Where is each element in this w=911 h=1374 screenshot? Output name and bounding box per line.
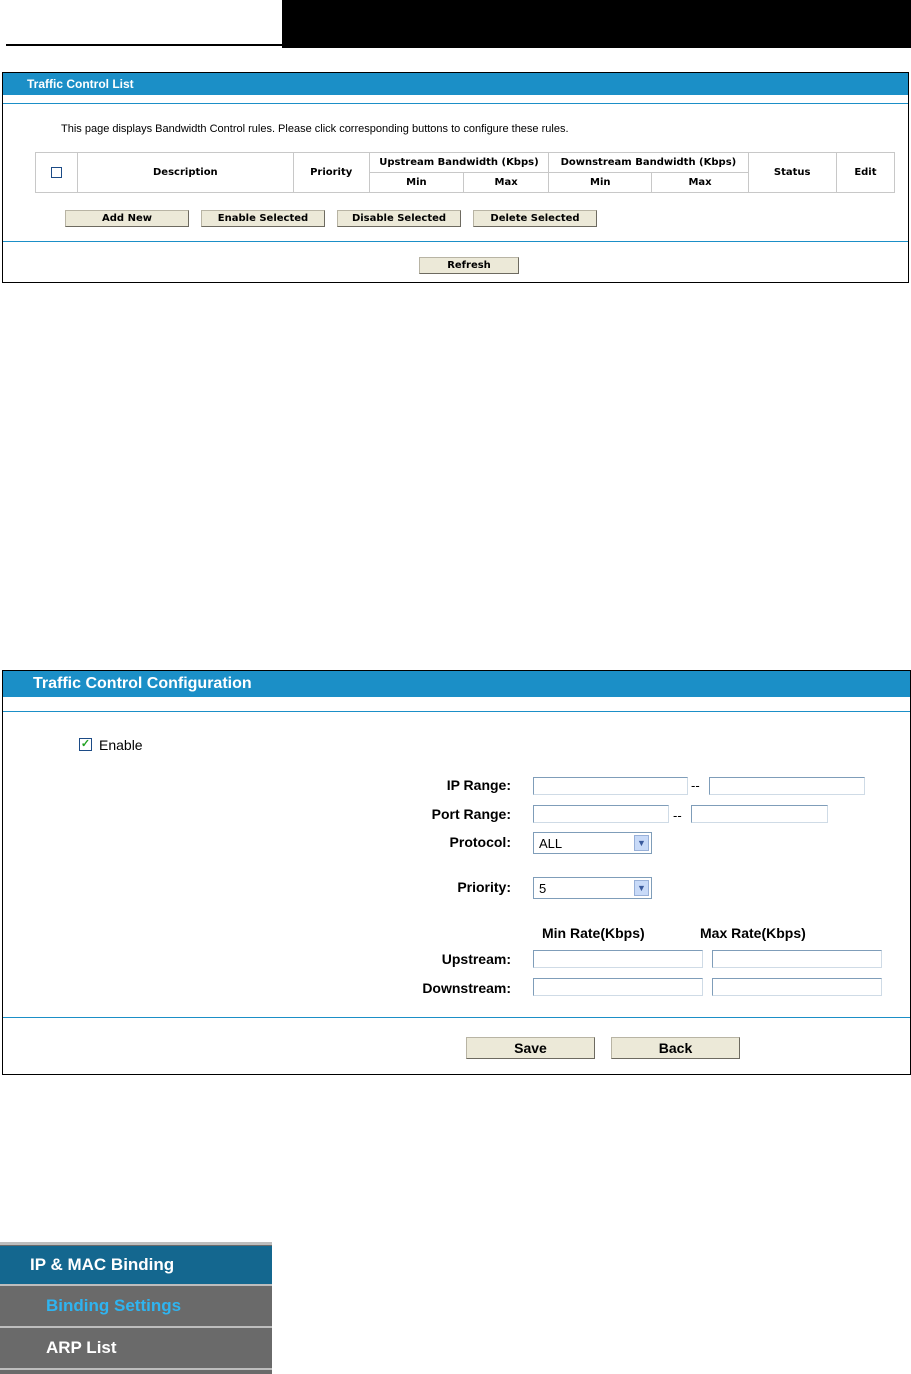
enable-selected-button[interactable]: Enable Selected (201, 210, 325, 227)
col-priority: Priority (292, 152, 370, 193)
port-range-separator: -- (673, 808, 682, 823)
protocol-select[interactable]: ALL ▼ (533, 832, 652, 854)
max-rate-header: Max Rate(Kbps) (700, 925, 806, 941)
save-button[interactable]: Save (466, 1037, 595, 1059)
priority-select[interactable]: 5 ▼ (533, 877, 652, 899)
chevron-down-icon[interactable]: ▼ (634, 835, 649, 851)
ip-range-end-input[interactable] (709, 777, 865, 795)
col-description: Description (77, 152, 294, 193)
col-downstream-min: Min (548, 172, 653, 193)
back-button[interactable]: Back (611, 1037, 740, 1059)
select-all-cell[interactable] (34, 152, 79, 193)
add-new-button[interactable]: Add New (65, 210, 189, 227)
title-divider (3, 103, 908, 104)
header-bar (282, 0, 911, 48)
col-edit: Edit (835, 152, 896, 193)
ip-range-label: IP Range: (446, 777, 511, 793)
delete-selected-button[interactable]: Delete Selected (473, 210, 597, 227)
traffic-control-config-title: Traffic Control Configuration (3, 671, 910, 697)
menu-item-arp-list[interactable]: ARP List (0, 1328, 272, 1368)
refresh-button[interactable]: Refresh (419, 257, 519, 274)
enable-label: Enable (99, 737, 143, 753)
footer-divider (3, 241, 908, 242)
menu-divider (0, 1368, 272, 1370)
col-downstream: Downstream Bandwidth (Kbps) (548, 152, 749, 173)
footer-divider (3, 1017, 910, 1018)
menu-section-ip-mac-binding[interactable]: IP & MAC Binding (0, 1246, 272, 1284)
port-range-label: Port Range: (431, 806, 511, 822)
priority-value: 5 (539, 881, 547, 896)
port-range-end-input[interactable] (691, 805, 828, 823)
traffic-control-config-panel: Traffic Control Configuration ✓ Enable I… (2, 670, 911, 1075)
col-downstream-max: Max (651, 172, 749, 193)
title-divider (3, 711, 910, 712)
traffic-control-list-title: Traffic Control List (3, 73, 908, 95)
col-upstream: Upstream Bandwidth (Kbps) (368, 152, 550, 173)
rules-table: Description Priority Upstream Bandwidth … (34, 152, 896, 193)
downstream-max-input[interactable] (712, 978, 882, 996)
protocol-value: ALL (539, 836, 563, 851)
protocol-label: Protocol: (449, 834, 511, 850)
ip-range-start-input[interactable] (533, 777, 688, 795)
enable-checkbox[interactable]: ✓ (79, 738, 92, 751)
port-range-start-input[interactable] (533, 805, 669, 823)
header-underline (6, 44, 282, 46)
ip-range-separator: -- (691, 778, 700, 793)
disable-selected-button[interactable]: Disable Selected (337, 210, 461, 227)
priority-label: Priority: (457, 879, 511, 895)
downstream-min-input[interactable] (533, 978, 703, 996)
page-description: This page displays Bandwidth Control rul… (61, 123, 569, 135)
upstream-min-input[interactable] (533, 950, 703, 968)
menu-item-binding-settings[interactable]: Binding Settings (0, 1286, 272, 1326)
min-rate-header: Min Rate(Kbps) (542, 925, 645, 941)
upstream-label: Upstream: (441, 951, 511, 967)
col-upstream-max: Max (462, 172, 550, 193)
side-menu: IP & MAC Binding Binding Settings ARP Li… (0, 1242, 272, 1374)
menu-top-border (0, 1242, 272, 1245)
downstream-label: Downstream: (422, 980, 511, 996)
col-status: Status (747, 152, 837, 193)
col-upstream-min: Min (368, 172, 464, 193)
traffic-control-list-panel: Traffic Control List This page displays … (2, 72, 909, 283)
chevron-down-icon[interactable]: ▼ (634, 880, 649, 896)
select-all-checkbox[interactable] (51, 166, 63, 178)
upstream-max-input[interactable] (712, 950, 882, 968)
